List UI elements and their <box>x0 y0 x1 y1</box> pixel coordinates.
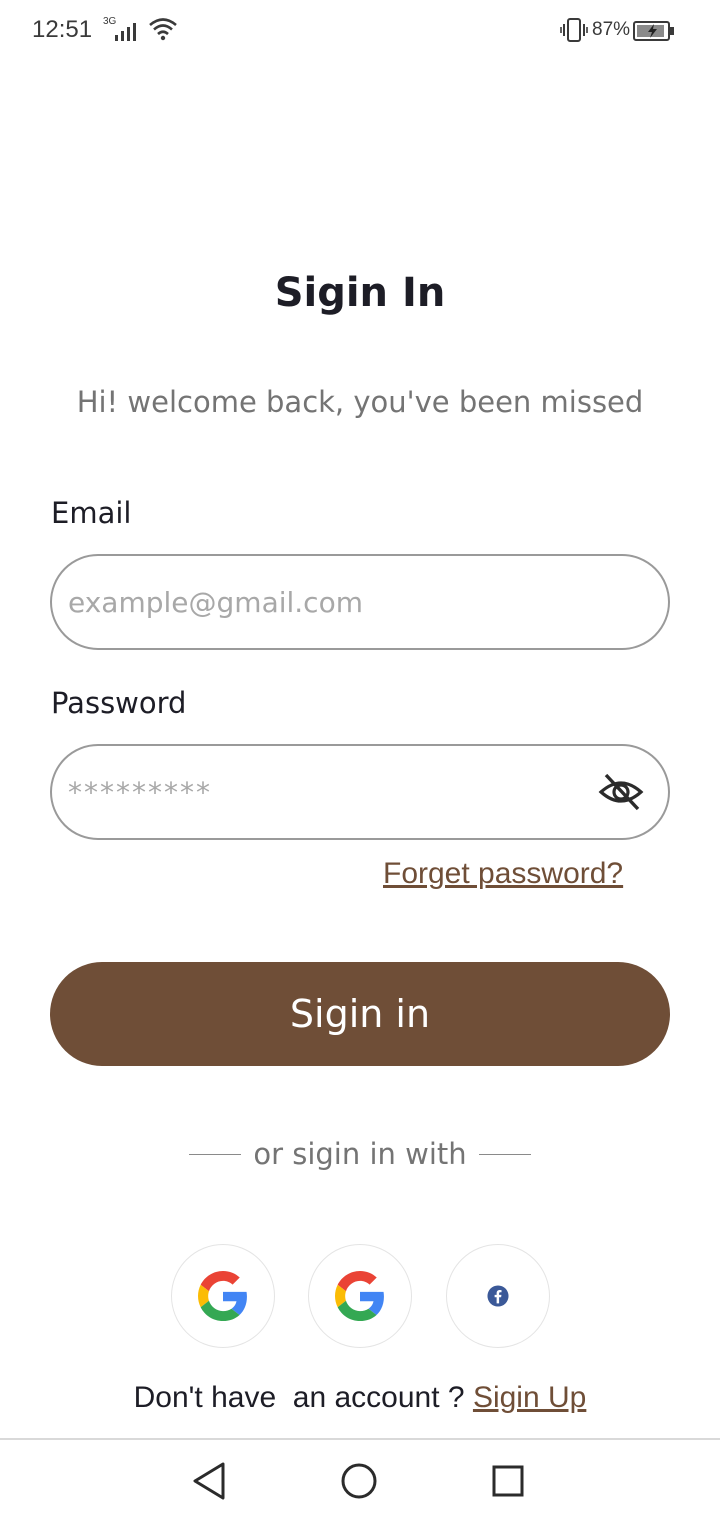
recent-apps-icon[interactable] <box>487 1460 529 1502</box>
password-field[interactable] <box>68 746 588 838</box>
password-field-container <box>50 744 670 840</box>
divider-text: or sigin in with <box>253 1137 467 1171</box>
forgot-password-link[interactable]: Forget password? <box>383 857 623 891</box>
email-field[interactable] <box>68 556 588 648</box>
password-label: Password <box>51 686 187 720</box>
signup-row: Don't have an account ? Sigin Up <box>0 1381 720 1415</box>
google-signin-button-2[interactable] <box>308 1244 412 1348</box>
email-label: Email <box>51 496 132 530</box>
divider-line-right <box>478 1153 531 1155</box>
battery-percent: 87% <box>592 19 631 40</box>
google-icon <box>198 1271 247 1321</box>
page-title: Sigin In <box>274 270 446 316</box>
facebook-signin-button[interactable] <box>446 1244 550 1348</box>
facebook-icon <box>487 1285 509 1307</box>
signal-icon <box>115 23 136 41</box>
vibrate-icon <box>560 18 588 42</box>
divider-line-left <box>189 1153 242 1155</box>
navigation-bar <box>0 1438 720 1520</box>
status-bar: 12:51 3G 87% <box>0 0 720 60</box>
email-field-container <box>50 554 670 650</box>
google-signin-button[interactable] <box>171 1244 275 1348</box>
battery-charging-icon <box>633 21 674 41</box>
status-time: 12:51 <box>32 16 93 43</box>
eye-off-icon[interactable] <box>598 772 644 812</box>
page-subtitle: Hi! welcome back, you've been missed <box>76 385 644 419</box>
wifi-icon <box>149 18 177 41</box>
signup-prompt: Don't have an account ? <box>133 1381 473 1414</box>
signin-button[interactable]: Sigin in <box>50 962 670 1066</box>
back-icon[interactable] <box>189 1460 231 1502</box>
signup-link[interactable]: Sigin Up <box>473 1381 586 1414</box>
home-icon[interactable] <box>338 1460 380 1502</box>
social-divider: or sigin in with <box>0 1132 720 1176</box>
google-icon <box>335 1271 384 1321</box>
